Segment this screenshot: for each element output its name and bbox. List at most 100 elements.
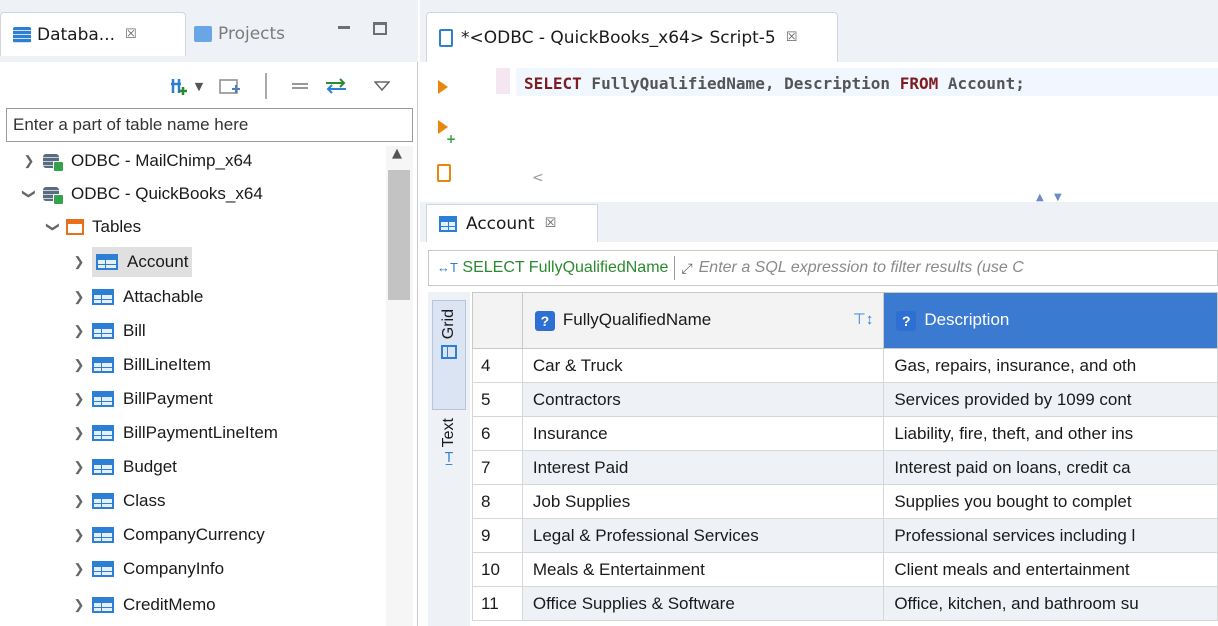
table-row[interactable]: 9 Legal & Professional Services Professi…: [472, 518, 1218, 553]
tree-item-mailchimp[interactable]: ❯ ODBC - MailChimp_x64: [22, 146, 252, 176]
row-number: 11: [472, 586, 523, 621]
tree-item-bill[interactable]: ❯ Bill: [72, 316, 146, 346]
table-filter-input[interactable]: [6, 108, 413, 142]
tree-item-creditmemo[interactable]: ❯ CreditMemo: [72, 590, 216, 620]
tree-item-label: ODBC - MailChimp_x64: [71, 151, 253, 170]
selected-item: Account: [92, 247, 193, 277]
tree-item-billpayment[interactable]: ❯ BillPayment: [72, 384, 213, 414]
results-tab-bar: Account ☒: [420, 202, 1218, 242]
cell-description[interactable]: Supplies you bought to complet: [883, 484, 1218, 519]
cell-description[interactable]: Interest paid on loans, credit ca: [883, 450, 1218, 485]
cell-fullyqualifiedname[interactable]: Meals & Entertainment: [521, 552, 885, 587]
cell-description[interactable]: Gas, repairs, insurance, and oth: [883, 348, 1218, 383]
close-icon[interactable]: ☒: [786, 30, 798, 45]
tab-script[interactable]: *<ODBC - QuickBooks_x64> Script-5 ☒: [426, 12, 838, 62]
scroll-up-icon[interactable]: ▲: [392, 146, 402, 161]
cell-fullyqualifiedname[interactable]: Legal & Professional Services: [521, 518, 885, 553]
row-number: 6: [472, 416, 523, 451]
sql-statement[interactable]: SELECT FullyQualifiedName, Description F…: [524, 74, 1025, 93]
column-header-fullyqualifiedname[interactable]: ? FullyQualifiedName ⊤↕: [521, 292, 885, 349]
cell-description[interactable]: Professional services including l: [883, 518, 1218, 553]
tree-item-billpaymentlineitem[interactable]: ❯ BillPaymentLineItem: [72, 418, 278, 448]
chevron-right-icon[interactable]: ❯: [72, 357, 86, 373]
tree-item-attachable[interactable]: ❯ Attachable: [72, 282, 204, 312]
table-row[interactable]: 6 Insurance Liability, fire, theft, and …: [472, 416, 1218, 451]
tab-projects[interactable]: Projects: [194, 12, 285, 56]
scrollbar-thumb[interactable]: [388, 170, 410, 300]
cell-fullyqualifiedname[interactable]: Job Supplies: [521, 484, 885, 519]
tree-item-class[interactable]: ❯ Class: [72, 486, 166, 516]
view-menu-icon[interactable]: [372, 74, 392, 98]
chevron-right-icon[interactable]: ❯: [72, 391, 86, 407]
cell-fullyqualifiedname[interactable]: Interest Paid: [521, 450, 885, 485]
chevron-down-icon[interactable]: ❯: [45, 220, 61, 234]
maximize-icon[interactable]: [373, 22, 387, 35]
tree-item-quickbooks[interactable]: ❯ ODBC - QuickBooks_x64: [22, 179, 263, 209]
tab-text[interactable]: Text T̲: [432, 418, 466, 508]
tree-item-account[interactable]: ❯ Account: [72, 247, 193, 277]
filter-query-text[interactable]: ↔T SELECT FullyQualifiedName: [429, 259, 668, 277]
table-row[interactable]: 7 Interest Paid Interest paid on loans, …: [472, 450, 1218, 485]
collapse-all-icon[interactable]: [290, 74, 310, 98]
new-connection-icon[interactable]: [168, 74, 190, 98]
results-filter-bar[interactable]: ↔T SELECT FullyQualifiedName ⤢ Enter a S…: [428, 250, 1218, 286]
tree-item-label: BillPaymentLineItem: [123, 423, 278, 442]
cell-fullyqualifiedname[interactable]: Office Supplies & Software: [521, 586, 885, 621]
chevron-right-icon[interactable]: ❯: [72, 493, 86, 509]
table-row[interactable]: 11 Office Supplies & Software Office, ki…: [472, 586, 1218, 621]
database-tree: ❯ ODBC - MailChimp_x64 ❯ ODBC - QuickBoo…: [0, 146, 386, 626]
new-folder-icon[interactable]: [218, 74, 242, 98]
minimize-icon[interactable]: [338, 26, 350, 29]
row-number: 8: [472, 484, 523, 519]
chevron-down-icon[interactable]: ▼: [192, 74, 206, 98]
tree-item-budget[interactable]: ❯ Budget: [72, 452, 177, 482]
chevron-down-icon[interactable]: ❯: [21, 187, 37, 201]
tab-label: Grid: [440, 309, 457, 340]
results-panel: ↔T SELECT FullyQualifiedName ⤢ Enter a S…: [420, 242, 1218, 626]
results-grid[interactable]: ? FullyQualifiedName ⊤↕ ? Description 4 Ca…: [472, 292, 1218, 626]
expand-icon[interactable]: ⤢: [681, 260, 692, 277]
cell-description[interactable]: Services provided by 1099 cont: [883, 382, 1218, 417]
cell-description[interactable]: Client meals and entertainment: [883, 552, 1218, 587]
table-row[interactable]: 5 Contractors Services provided by 1099 …: [472, 382, 1218, 417]
tree-item-label: CompanyCurrency: [123, 525, 265, 544]
tree-item-label: CreditMemo: [123, 595, 216, 614]
tree-item-companycurrency[interactable]: ❯ CompanyCurrency: [72, 520, 265, 550]
row-number: 10: [472, 552, 523, 587]
close-icon[interactable]: ☒: [125, 27, 137, 42]
sql-editor[interactable]: + SELECT FullyQualifiedName, Description…: [420, 62, 1218, 202]
chevron-right-icon[interactable]: ❯: [72, 289, 86, 305]
chevron-right-icon[interactable]: ❯: [72, 323, 86, 339]
chevron-right-icon[interactable]: ❯: [72, 561, 86, 577]
execute-script-icon[interactable]: [437, 164, 451, 182]
chevron-right-icon[interactable]: ❯: [72, 527, 86, 543]
table-row[interactable]: 8 Job Supplies Supplies you bought to co…: [472, 484, 1218, 519]
link-with-editor-icon[interactable]: [324, 74, 348, 98]
cell-description[interactable]: Office, kitchen, and bathroom su: [883, 586, 1218, 621]
cell-fullyqualifiedname[interactable]: Insurance: [521, 416, 885, 451]
tree-item-billlineitem[interactable]: ❯ BillLineItem: [72, 350, 211, 380]
tree-item-companyinfo[interactable]: ❯ CompanyInfo: [72, 554, 225, 584]
table-row[interactable]: 4 Car & Truck Gas, repairs, insurance, a…: [472, 348, 1218, 383]
chevron-right-icon[interactable]: ❯: [72, 254, 86, 270]
column-header-description[interactable]: ? Description: [883, 292, 1218, 349]
tab-grid[interactable]: Grid: [432, 300, 466, 410]
tab-account-results[interactable]: Account ☒: [426, 204, 598, 242]
table-row[interactable]: 10 Meals & Entertainment Client meals an…: [472, 552, 1218, 587]
chevron-right-icon[interactable]: ❯: [72, 597, 86, 613]
cell-fullyqualifiedname[interactable]: Contractors: [521, 382, 885, 417]
execute-statement-icon[interactable]: [438, 80, 448, 94]
cell-fullyqualifiedname[interactable]: Car & Truck: [521, 348, 885, 383]
chevron-right-icon[interactable]: ❯: [72, 425, 86, 441]
tree-scrollbar[interactable]: ▲: [386, 146, 413, 626]
tab-database-navigator[interactable]: Databa... ☒: [0, 12, 186, 56]
scroll-left-icon[interactable]: <: [532, 170, 544, 186]
chevron-right-icon[interactable]: ❯: [22, 153, 36, 169]
chevron-right-icon[interactable]: ❯: [72, 459, 86, 475]
close-icon[interactable]: ☒: [545, 216, 557, 231]
filter-sort-icon[interactable]: ⊤↕: [853, 310, 874, 328]
row-number: 5: [472, 382, 523, 417]
cell-description[interactable]: Liability, fire, theft, and other ins: [883, 416, 1218, 451]
tree-item-tables[interactable]: ❯ Tables: [46, 212, 141, 242]
filter-expression-input[interactable]: Enter a SQL expression to filter results…: [699, 259, 1024, 277]
